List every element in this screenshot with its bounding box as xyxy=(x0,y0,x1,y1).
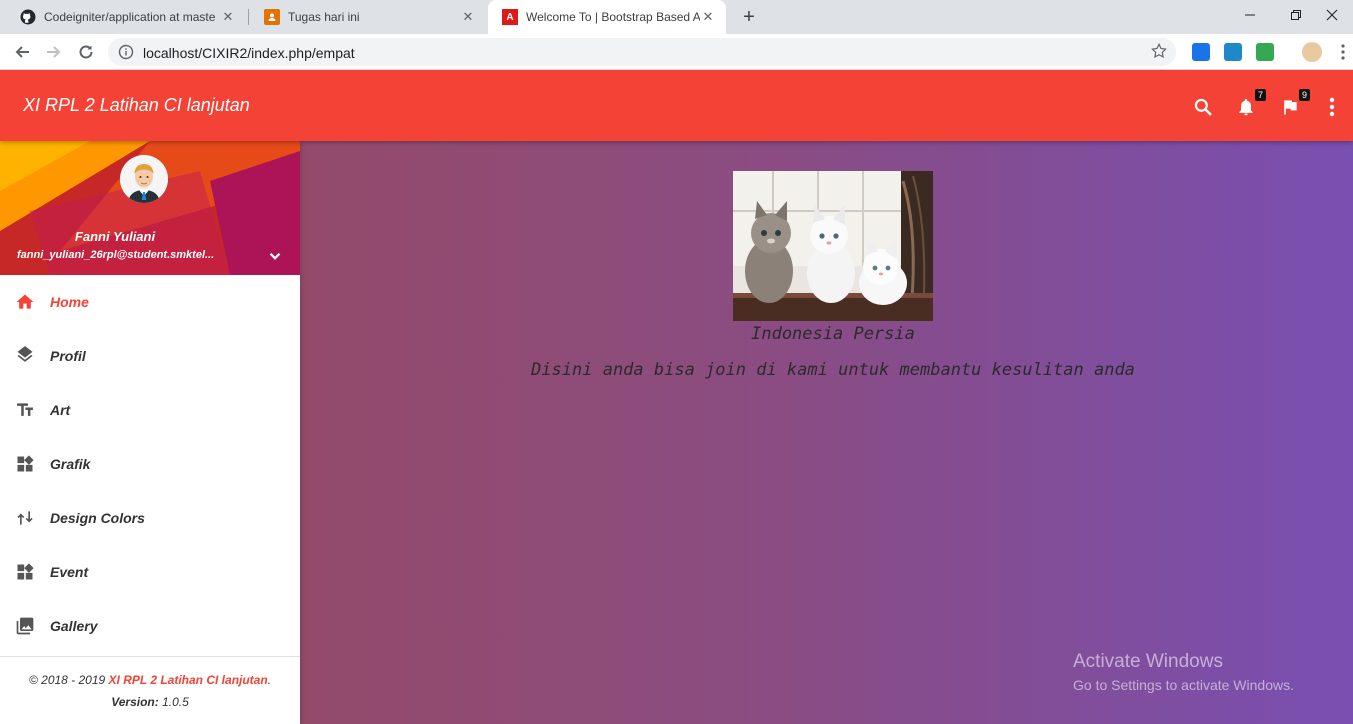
back-arrow-icon[interactable] xyxy=(10,40,34,64)
sidebar-item-event[interactable]: Event xyxy=(0,545,300,599)
sidebar-item-label: Art xyxy=(50,402,71,418)
copyright-prefix: © 2018 - 2019 xyxy=(28,673,109,687)
classroom-icon xyxy=(264,9,280,25)
tab-separator xyxy=(248,9,249,25)
sidebar-item-profil[interactable]: Profil xyxy=(0,329,300,383)
sidebar-menu: Home Profil Art Grafik Design Colors Eve… xyxy=(0,275,300,653)
close-window-icon[interactable] xyxy=(1309,0,1353,30)
notifications-badge: 7 xyxy=(1254,89,1266,101)
new-tab-button[interactable]: + xyxy=(737,5,761,29)
browser-toolbar: localhost/CIXIR2/index.php/empat xyxy=(0,34,1353,70)
reload-icon[interactable] xyxy=(74,40,98,64)
extension-home-icon[interactable] xyxy=(1224,43,1242,61)
search-icon[interactable] xyxy=(1192,96,1214,118)
close-icon[interactable]: ✕ xyxy=(460,9,476,25)
main-content: Indonesia Persia Disini anda bisa join d… xyxy=(300,141,1353,724)
layers-icon xyxy=(15,346,35,366)
version-text: Version: 1.0.5 xyxy=(0,695,300,709)
home-icon xyxy=(15,292,35,312)
close-icon[interactable]: ✕ xyxy=(700,9,716,25)
bell-icon xyxy=(1239,99,1253,116)
angular-a-icon: A xyxy=(502,9,518,25)
swap-vert-icon xyxy=(15,508,35,528)
browser-tab-github[interactable]: Codeigniter/application at maste ✕ xyxy=(6,0,246,34)
photo-library-icon xyxy=(15,616,35,636)
chevron-down-icon[interactable] xyxy=(266,247,284,270)
copyright-link[interactable]: XI RPL 2 Latihan CI lanjutan xyxy=(109,673,268,687)
address-bar[interactable]: localhost/CIXIR2/index.php/empat xyxy=(108,38,1176,66)
watermark-subtitle: Go to Settings to activate Windows. xyxy=(1073,677,1294,693)
browser-tab-active[interactable]: A Welcome To | Bootstrap Based A ✕ xyxy=(488,0,726,34)
sidebar-footer: © 2018 - 2019 XI RPL 2 Latihan CI lanjut… xyxy=(0,656,300,724)
forward-arrow-icon[interactable] xyxy=(42,40,66,64)
bookmark-star-icon[interactable] xyxy=(1150,42,1168,65)
browser-menu-icon[interactable] xyxy=(1331,40,1353,64)
sidebar-item-label: Profil xyxy=(50,348,86,364)
watermark-title: Activate Windows xyxy=(1073,651,1223,672)
version-label: Version: xyxy=(111,695,159,709)
widgets-icon xyxy=(15,454,35,474)
sidebar-item-label: Grafik xyxy=(50,456,91,472)
sidebar-item-label: Home xyxy=(50,294,89,310)
sidebar-item-grafik[interactable]: Grafik xyxy=(0,437,300,491)
user-info-panel: Fanni Yuliani fanni_yuliani_26rpl@studen… xyxy=(0,141,300,275)
tab-title: Tugas hari ini xyxy=(288,10,360,24)
close-icon[interactable]: ✕ xyxy=(220,9,236,25)
left-sidebar: Fanni Yuliani fanni_yuliani_26rpl@studen… xyxy=(0,141,300,724)
user-email: fanni_yuliani_26rpl@student.smktel... xyxy=(17,249,215,261)
browser-tab-classroom[interactable]: Tugas hari ini ✕ xyxy=(250,0,486,34)
extension-clip-icon[interactable] xyxy=(1256,43,1274,61)
copyright-text: © 2018 - 2019 XI RPL 2 Latihan CI lanjut… xyxy=(0,673,300,687)
notifications-button[interactable]: 7 xyxy=(1235,89,1266,118)
sidebar-item-art[interactable]: Art xyxy=(0,383,300,437)
image-caption: Indonesia Persia xyxy=(751,324,915,344)
sidebar-item-label: Gallery xyxy=(50,618,98,634)
kittens-image xyxy=(733,171,933,321)
app-header: XI RPL 2 Latihan CI lanjutan 7 9 xyxy=(0,70,1353,141)
sidebar-item-design-colors[interactable]: Design Colors xyxy=(0,491,300,545)
app-brand[interactable]: XI RPL 2 Latihan CI lanjutan xyxy=(23,95,250,116)
tab-title: Welcome To | Bootstrap Based A xyxy=(526,10,700,24)
extension-sync-icon[interactable] xyxy=(1192,43,1210,61)
profile-avatar-icon[interactable] xyxy=(1302,42,1322,62)
user-name: Fanni Yuliani xyxy=(74,229,156,244)
github-icon xyxy=(20,9,36,25)
text-fields-icon xyxy=(15,400,35,420)
widgets-icon xyxy=(15,562,35,582)
flags-button[interactable]: 9 xyxy=(1279,89,1310,118)
more-vert-icon[interactable] xyxy=(1321,96,1343,118)
flags-badge: 9 xyxy=(1298,89,1310,101)
sidebar-item-label: Design Colors xyxy=(50,510,145,526)
sidebar-item-label: Event xyxy=(50,564,89,580)
url-text: localhost/CIXIR2/index.php/empat xyxy=(143,45,355,61)
tagline-text: Disini anda bisa join di kami untuk memb… xyxy=(531,360,1135,380)
flag-icon xyxy=(1284,100,1297,115)
avatar xyxy=(120,155,168,203)
version-value: 1.0.5 xyxy=(158,695,189,709)
sidebar-item-gallery[interactable]: Gallery xyxy=(0,599,300,653)
tab-title: Codeigniter/application at maste xyxy=(44,10,216,24)
browser-tab-strip: Codeigniter/application at maste ✕ Tugas… xyxy=(0,0,1353,34)
info-icon[interactable] xyxy=(118,44,134,65)
minimize-icon[interactable] xyxy=(1227,0,1273,30)
sidebar-item-home[interactable]: Home xyxy=(0,275,300,329)
copyright-suffix: . xyxy=(267,673,272,687)
windows-activation-watermark: Activate Windows Go to Settings to activ… xyxy=(1073,651,1294,693)
